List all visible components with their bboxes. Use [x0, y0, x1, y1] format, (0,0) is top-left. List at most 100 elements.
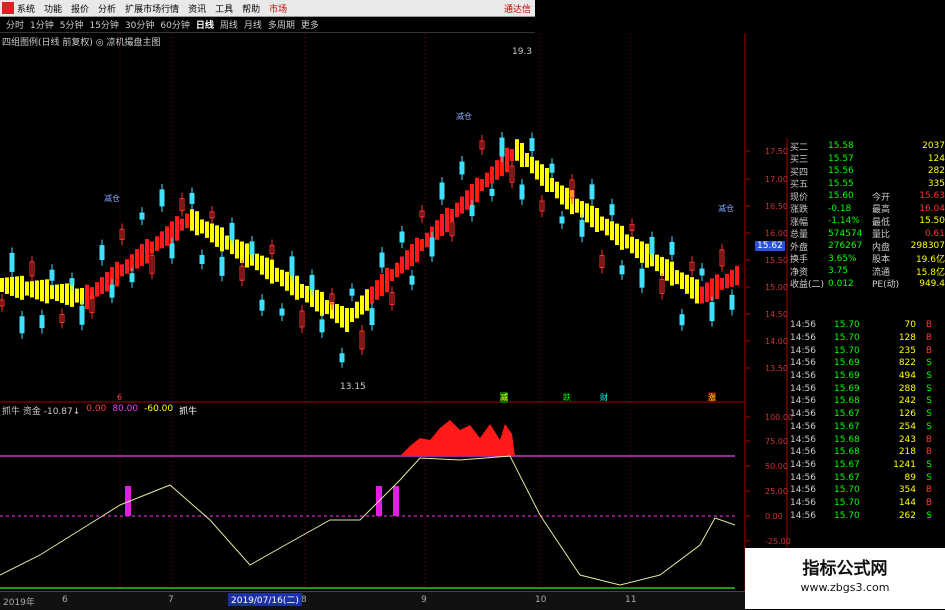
band-bar-up: [425, 232, 429, 248]
price-tick-label: 15.00: [765, 283, 788, 292]
candle-body: [549, 163, 555, 173]
band-bar-down: [630, 236, 634, 254]
band-bar-down: [590, 205, 594, 228]
candle-body: [729, 294, 735, 310]
band-bar-down: [620, 225, 624, 250]
candle-body: [439, 182, 445, 200]
candle-body: [619, 265, 625, 275]
candle-body: [399, 231, 405, 243]
band-bar-down: [340, 306, 344, 328]
quote-value2: 15.8亿: [915, 267, 945, 278]
quote-row: 涨跌 -0.18 最高 16.04: [790, 203, 945, 216]
band-bar-up: [725, 273, 729, 289]
candle-body: [279, 308, 285, 316]
candle-body: [519, 184, 525, 200]
candle-body: [169, 243, 175, 259]
band-bar-down: [660, 256, 664, 276]
band-bar-down: [200, 219, 204, 234]
band-bar-down: [595, 208, 599, 232]
candle-body: [589, 184, 595, 200]
trade-price: 15.68: [834, 396, 860, 407]
band-bar-down: [325, 300, 329, 315]
quote-row: 外盘 276267 内盘 298307: [790, 240, 945, 253]
quote-label2: 内盘: [872, 242, 891, 253]
band-bar-down: [245, 243, 249, 268]
band-bar-up: [125, 259, 129, 274]
band-bar-down: [40, 279, 44, 302]
band-bar-down: [305, 285, 309, 303]
quote-label2: 流通: [872, 267, 891, 278]
candle-body: [349, 288, 355, 296]
trade-time: 14:56: [790, 510, 816, 521]
band-bar-down: [25, 281, 29, 296]
candle-body: [709, 302, 715, 322]
trade-qty: 822: [898, 358, 916, 369]
trade-qty: 254: [898, 421, 916, 432]
band-bar-down: [210, 223, 214, 243]
band-bar-up: [435, 220, 439, 240]
band-bar-up: [105, 272, 109, 292]
trade-side: B: [925, 320, 932, 331]
trade-side: B: [925, 333, 932, 344]
band-bar-down: [30, 280, 34, 298]
marker-6: 6: [117, 393, 123, 402]
quote-label: 涨跌: [790, 205, 809, 216]
band-bar-down: [350, 308, 354, 322]
band-bar-down: [195, 211, 199, 236]
trade-row: 14:56 15.70 70 B: [790, 319, 945, 332]
band-bar-down: [255, 253, 259, 271]
price-tick-label: 17.00: [765, 175, 788, 184]
jiancang-label-1: 减仓: [104, 194, 120, 203]
trade-row: 14:56 15.70 262 S: [790, 509, 945, 522]
trade-side: B: [925, 447, 932, 458]
candle-body: [699, 268, 705, 276]
band-bar-up: [145, 239, 149, 264]
trade-price: 15.67: [834, 459, 860, 470]
band-bar-down: [60, 283, 64, 303]
trade-time: 14:56: [790, 320, 816, 331]
band-bar-down: [525, 153, 529, 167]
quote-value2: 949.4: [919, 278, 945, 289]
trade-price: 15.69: [834, 371, 860, 382]
quote-value2: 282: [927, 166, 945, 177]
band-bar-up: [165, 226, 169, 246]
band-bar-down: [565, 187, 569, 210]
candle-body: [259, 299, 265, 311]
quote-row: 总量 574574 量比 0.61: [790, 228, 945, 241]
band-bar-up: [420, 239, 424, 251]
price-tick-label: 16.50: [765, 202, 788, 211]
cursor-date-badge: 2019/07/16(二): [228, 593, 302, 606]
band-bar-up: [405, 250, 409, 270]
candle-body: [459, 161, 465, 175]
quote-label: 买三: [790, 155, 809, 166]
trade-row: 14:56 15.67 89 S: [790, 471, 945, 484]
band-bar-up: [160, 231, 164, 249]
trade-row: 14:56 15.69 288 S: [790, 382, 945, 395]
candle-body: [639, 268, 645, 288]
quote-panel: 买二 15.58 2037 买三 15.57 124 买四 15.56 282 买五 15.55 33…: [790, 140, 945, 290]
candle-body: [429, 237, 435, 257]
trade-side: B: [925, 345, 932, 356]
band-bar-up: [485, 172, 489, 188]
band-bar-down: [10, 276, 14, 296]
band-bar-down: [535, 160, 539, 180]
band-bar-up: [390, 269, 394, 281]
band-bar-up: [400, 256, 404, 274]
band-bar-up: [455, 202, 459, 218]
trade-qty: 242: [898, 396, 916, 407]
indicator-v3: -60.00: [144, 404, 174, 414]
quote-row: 现价 15.60 今开 15.63: [790, 190, 945, 203]
trade-time: 14:56: [790, 345, 816, 356]
band-bar-down: [575, 198, 579, 213]
quote-value2: 124: [927, 153, 945, 164]
band-bar-down: [530, 156, 534, 174]
quote-value: 15.55: [828, 178, 854, 189]
marker-jian: 减: [500, 392, 508, 403]
band-bar-up: [135, 249, 139, 269]
band-bar-up: [115, 261, 119, 287]
trade-time: 14:56: [790, 371, 816, 382]
band-bar-down: [275, 267, 279, 282]
band-bar-down: [45, 279, 49, 304]
v-grid: [119, 33, 631, 591]
low-label: 13.15: [340, 382, 366, 392]
